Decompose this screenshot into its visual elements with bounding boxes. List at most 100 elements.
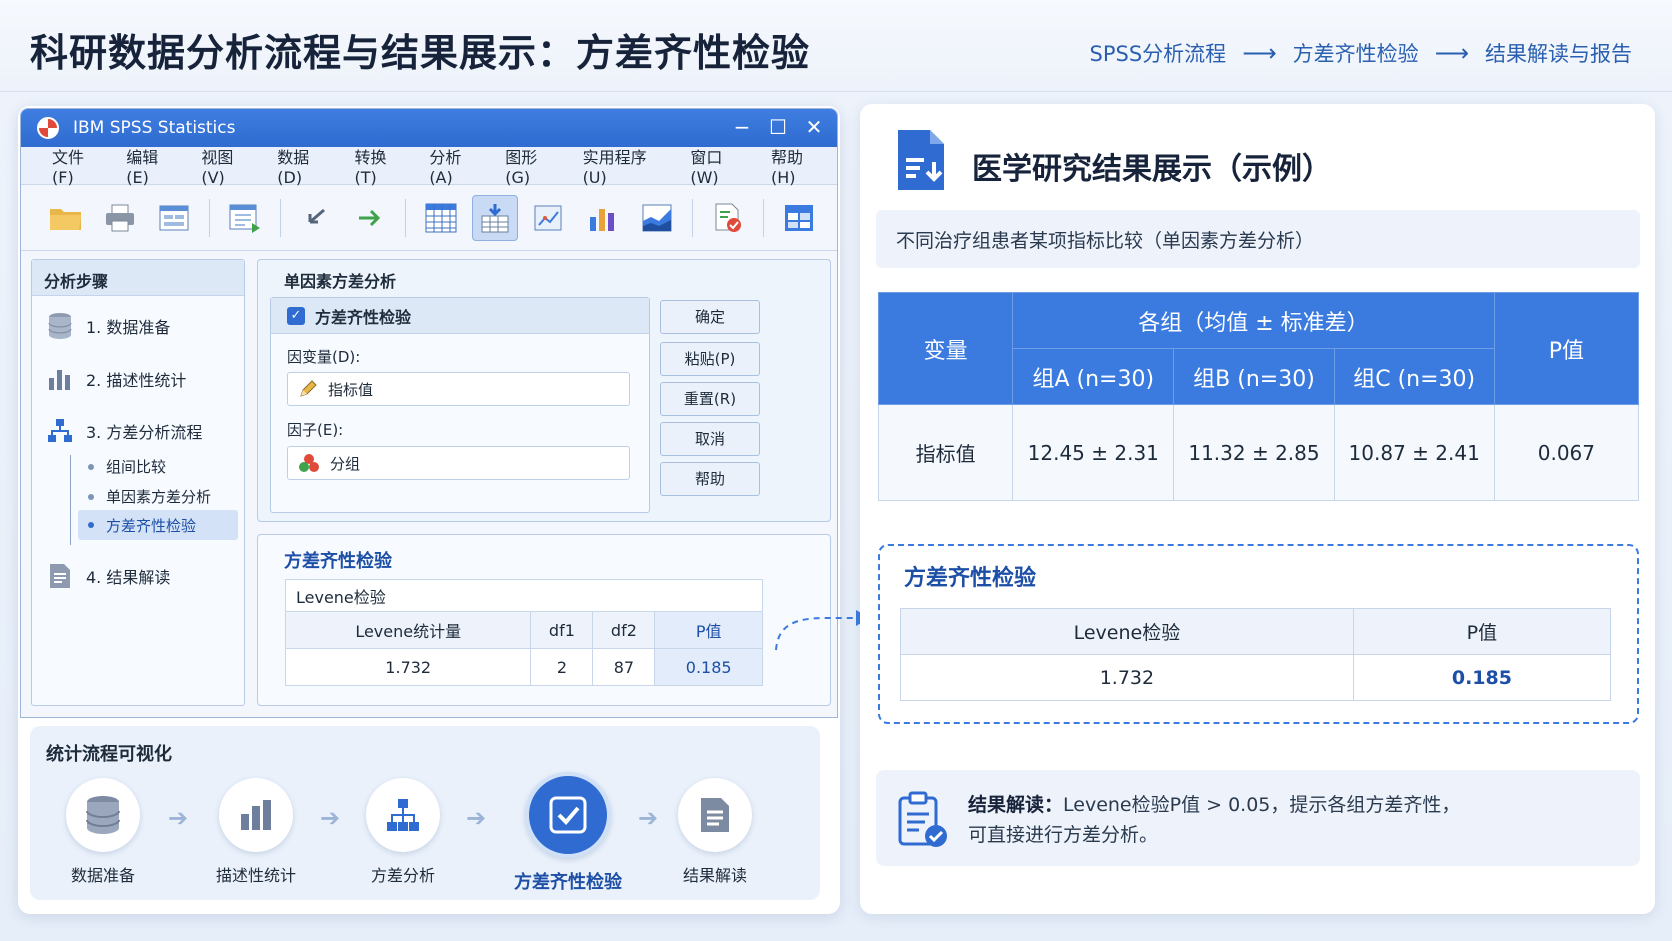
flow-node-descriptive[interactable]: 描述性统计	[216, 778, 296, 886]
column-header: 组A (n=30)	[1012, 348, 1175, 405]
flow-node-label: 描述性统计	[216, 866, 297, 885]
column-header: P值	[1352, 608, 1612, 655]
table-row: 1.732 2 87 0.185	[284, 648, 763, 686]
step-interpret[interactable]: 4. 结果解读	[46, 562, 170, 590]
dependent-field[interactable]: 指标值	[287, 372, 630, 406]
open-folder-icon[interactable]	[43, 195, 89, 241]
oneway-anova-dialog: 单因素方差分析 ✓ 方差齐性检验 因变量(D): 指标值 因子(E): 分组 确…	[257, 259, 831, 522]
breadcrumb-item[interactable]: 方差齐性检验	[1293, 38, 1419, 68]
area-chart-icon[interactable]	[634, 195, 680, 241]
menu-window[interactable]: 窗口(W)	[679, 144, 760, 187]
spss-window: IBM SPSS Statistics − ☐ ✕ 文件(F) 编辑(E) 视图…	[20, 108, 838, 718]
checkbox-checked-icon[interactable]: ✓	[287, 306, 305, 325]
bar-chart-icon	[46, 365, 74, 393]
bar-chart-icon[interactable]	[580, 195, 626, 241]
spss-logo-icon	[37, 117, 59, 139]
step-label: 4. 结果解读	[86, 568, 171, 587]
table-cell: 1.732	[900, 654, 1354, 701]
results-table: 变量 各组（均值 ± 标准差） P值 组A (n=30) 组B (n=30) 组…	[877, 292, 1640, 501]
undo-arrow-icon[interactable]	[293, 195, 339, 241]
table-row: 1.732 0.185	[900, 654, 1612, 701]
breadcrumb-item[interactable]: 结果解读与报告	[1485, 38, 1632, 68]
chart-builder-icon[interactable]	[526, 195, 572, 241]
menu-transform[interactable]: 转换(T)	[344, 144, 419, 187]
hierarchy-icon	[46, 417, 74, 445]
flow-node-homogeneity[interactable]: 方差齐性检验	[514, 772, 622, 894]
arrow-right-icon: ⟶	[1242, 39, 1277, 67]
interpretation-line1: Levene检验P值 > 0.05，提示各组方差齐性，	[1063, 794, 1461, 816]
results-card: 医学研究结果展示（示例） 不同治疗组患者某项指标比较（单因素方差分析） 变量 各…	[860, 104, 1655, 914]
page-title: 科研数据分析流程与结果展示：方差齐性检验	[30, 31, 811, 75]
breadcrumb: SPSS分析流程 ⟶ 方差齐性检验 ⟶ 结果解读与报告	[1090, 38, 1632, 68]
flow-node-label: 数据准备	[70, 866, 135, 885]
window-titlebar[interactable]: IBM SPSS Statistics − ☐ ✕	[21, 109, 837, 147]
export-data-icon[interactable]	[222, 195, 268, 241]
check-square-icon	[525, 772, 611, 858]
substep-label: 组间比较	[106, 458, 167, 476]
flow-node-interpret[interactable]: 结果解读	[678, 778, 752, 886]
clipboard-check-icon	[896, 790, 950, 854]
toolbar-separator	[405, 198, 406, 237]
results-subtitle: 不同治疗组患者某项指标比较（单因素方差分析）	[876, 210, 1640, 268]
flow-node-data-prep[interactable]: 数据准备	[66, 778, 140, 886]
bullet-icon	[88, 493, 94, 500]
menu-view[interactable]: 视图(V)	[190, 144, 266, 187]
interpretation-text: 结果解读：Levene检验P值 > 0.05，提示各组方差齐性， 可直接进行方差…	[968, 790, 1460, 850]
menu-utilities[interactable]: 实用程序(U)	[572, 144, 680, 187]
substep-group-compare[interactable]: 组间比较	[88, 456, 166, 477]
print-icon[interactable]	[97, 195, 143, 241]
pencil-icon	[298, 379, 318, 399]
step-anova-flow[interactable]: 3. 方差分析流程	[46, 417, 202, 445]
bullet-icon	[88, 463, 94, 470]
toolbar-separator	[763, 198, 764, 237]
step-data-prep[interactable]: 1. 数据准备	[46, 312, 170, 340]
redo-arrow-icon[interactable]	[347, 195, 393, 241]
window-controls: − ☐ ✕	[733, 115, 823, 139]
column-header: df1	[530, 611, 594, 649]
cancel-button[interactable]: 取消	[660, 422, 760, 456]
menu-help[interactable]: 帮助(H)	[760, 144, 837, 187]
maximize-icon[interactable]: ☐	[769, 115, 787, 139]
factor-field[interactable]: 分组	[287, 446, 630, 480]
column-header: P值	[654, 611, 763, 649]
step-label: 1. 数据准备	[86, 318, 171, 337]
ok-button[interactable]: 确定	[660, 300, 760, 334]
breadcrumb-item[interactable]: SPSS分析流程	[1090, 38, 1227, 68]
menu-graphs[interactable]: 图形(G)	[494, 144, 571, 187]
paste-button[interactable]: 粘贴(P)	[660, 342, 760, 376]
spss-card: IBM SPSS Statistics − ☐ ✕ 文件(F) 编辑(E) 视图…	[18, 106, 840, 914]
table-cell: 10.87 ± 2.41	[1333, 404, 1495, 501]
tree-connector	[70, 455, 71, 545]
toolbar	[21, 185, 837, 251]
column-header: df2	[592, 611, 656, 649]
reset-button[interactable]: 重置(R)	[660, 382, 760, 416]
substep-oneway-anova[interactable]: 单因素方差分析	[88, 486, 211, 507]
validate-doc-icon[interactable]	[705, 195, 751, 241]
minimize-icon[interactable]: −	[733, 115, 751, 139]
variable-insert-icon[interactable]	[472, 194, 518, 241]
arrow-right-icon: ➔	[638, 804, 659, 832]
dialog-recall-icon[interactable]	[151, 195, 197, 241]
split-file-icon[interactable]	[776, 195, 822, 241]
table-header-row: Levene统计量 df1 df2 P值	[284, 611, 763, 649]
substep-homogeneity[interactable]: 方差齐性检验	[78, 510, 238, 540]
help-button[interactable]: 帮助	[660, 462, 760, 496]
step-descriptive[interactable]: 2. 描述性统计	[46, 365, 186, 393]
flow-node-anova[interactable]: 方差分析	[366, 778, 440, 886]
table-cell: 12.45 ± 2.31	[1012, 404, 1175, 501]
menu-data[interactable]: 数据(D)	[266, 144, 343, 187]
document-icon	[678, 778, 752, 852]
homogeneity-group: ✓ 方差齐性检验 因变量(D): 指标值 因子(E): 分组	[270, 297, 650, 513]
column-header: Levene检验	[900, 608, 1354, 655]
menu-analyze[interactable]: 分析(A)	[418, 144, 494, 187]
toolbar-separator	[692, 198, 693, 237]
homogeneity-output: 方差齐性检验 Levene检验 Levene统计量 df1 df2 P值 1.7…	[257, 534, 831, 706]
arrow-right-icon: ➔	[320, 804, 341, 832]
homogeneity-checkbox[interactable]: ✓ 方差齐性检验	[271, 298, 649, 334]
menu-edit[interactable]: 编辑(E)	[115, 144, 190, 187]
menu-file[interactable]: 文件(F)	[41, 144, 115, 187]
data-grid-icon[interactable]	[418, 195, 464, 241]
table-cell: 0.067	[1493, 404, 1640, 501]
table-cell: 0.185	[654, 648, 763, 686]
close-icon[interactable]: ✕	[805, 115, 823, 139]
